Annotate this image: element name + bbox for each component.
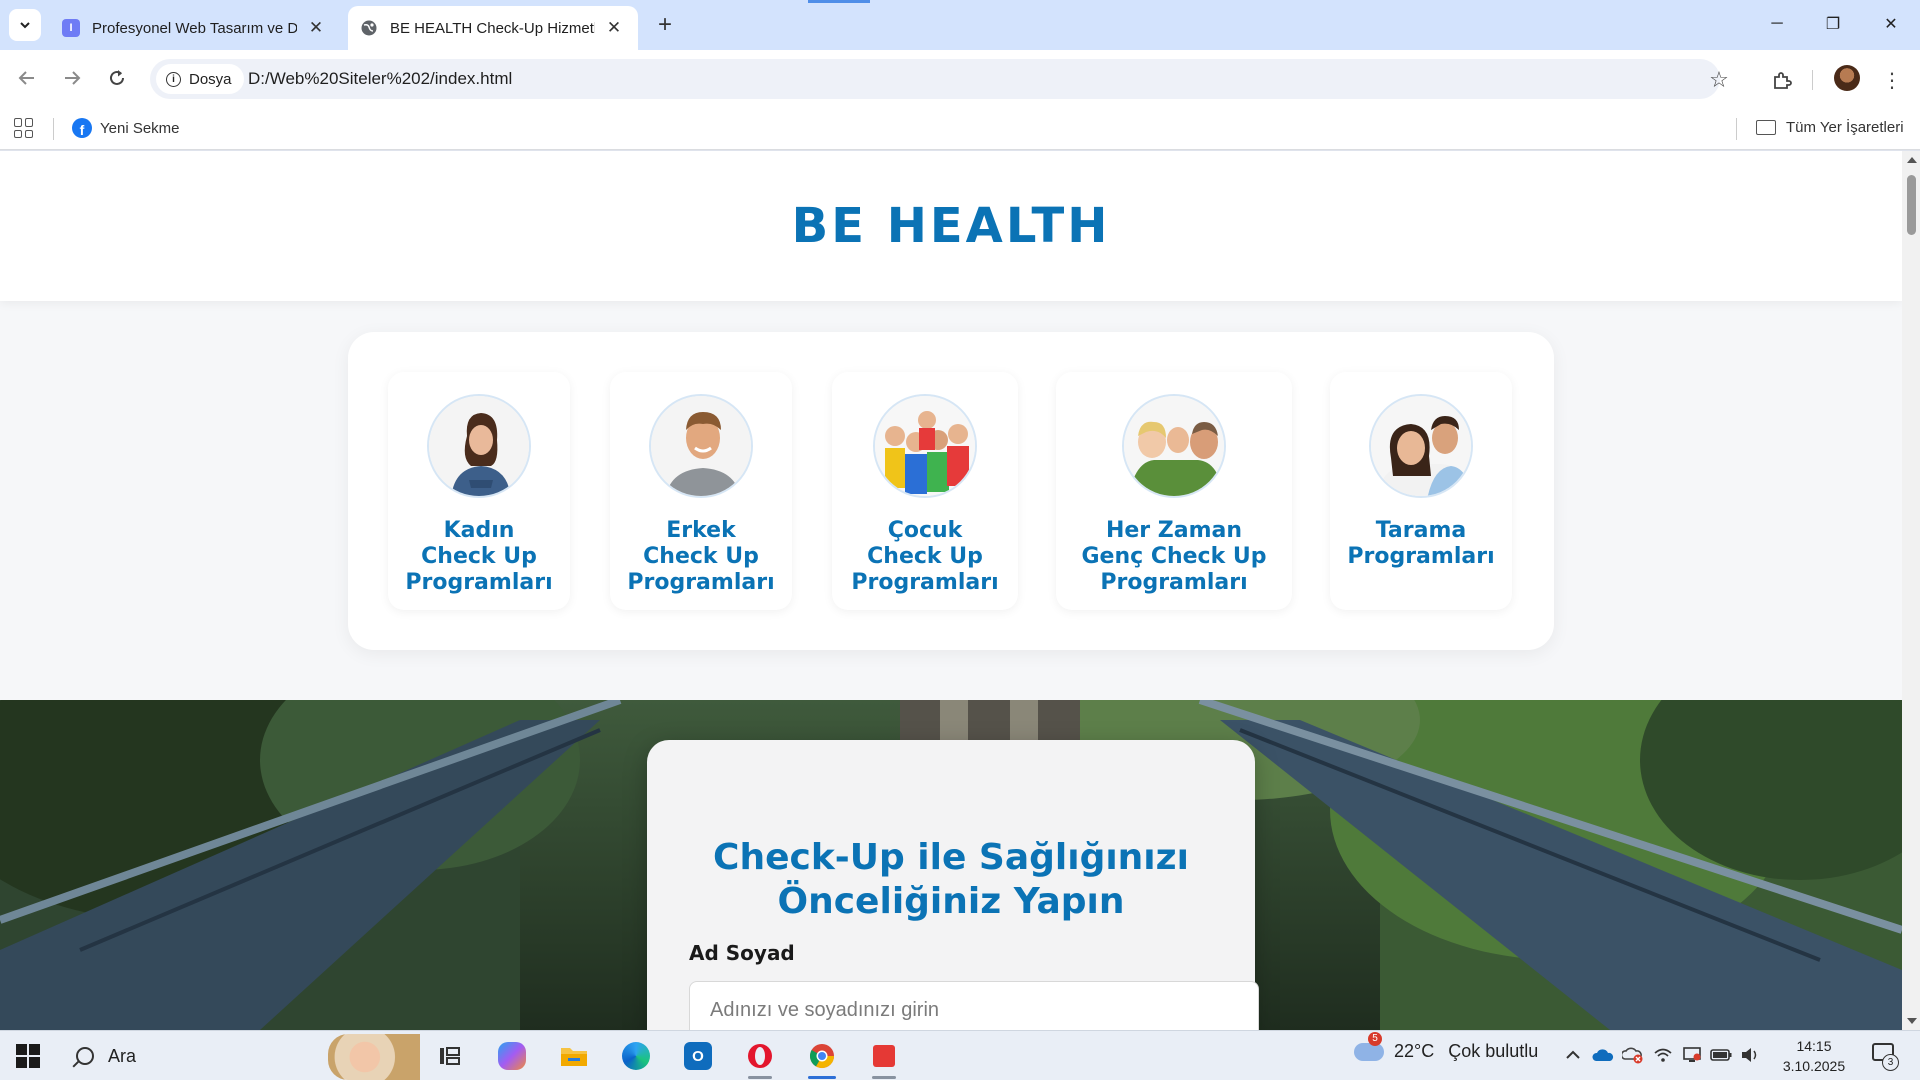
arrow-left-icon [18,71,34,85]
bookmarks-separator [53,118,54,140]
arrow-right-icon [65,71,81,85]
display-settings-icon[interactable] [1680,1043,1704,1067]
address-bar[interactable]: i Dosya D:/Web%20Siteler%202/index.html [150,59,1720,99]
browser-tab-be-health[interactable]: BE HEALTH Check-Up Hizmetler ✕ [348,6,638,50]
clock-time: 14:15 [1796,1038,1832,1054]
tab-loading-indicator [808,0,870,3]
volume-icon[interactable] [1738,1043,1762,1067]
bookmark-label: Yeni Sekme [100,119,180,137]
outlook-icon[interactable]: O [680,1039,716,1073]
info-icon: i [166,71,181,87]
onedrive-error-icon[interactable] [1621,1043,1645,1067]
name-input[interactable] [689,981,1259,1030]
notification-count: 3 [1882,1054,1899,1071]
toolbar-separator [1812,70,1813,90]
tab-title: BE HEALTH Check-Up Hizmetler [390,19,595,37]
cloud-weather-icon: 5 [1354,1031,1384,1061]
browser-tab-web-design[interactable]: I Profesyonel Web Tasarım ve Dij ✕ [50,6,340,50]
opera-icon[interactable] [742,1039,778,1079]
taskbar-clock[interactable]: 14:15 3.10.2025 [1768,1036,1860,1076]
window-minimize-button[interactable]: ─ [1754,6,1800,42]
browser-toolbar: i Dosya D:/Web%20Siteler%202/index.html [0,50,1920,108]
reload-icon [110,70,124,85]
scrollbar-thumb[interactable] [1907,175,1916,235]
page-scrollbar[interactable] [1902,151,1920,1030]
back-button[interactable] [11,62,43,94]
clock-date: 3.10.2025 [1782,1058,1846,1074]
scroll-up-arrow-icon[interactable] [1907,157,1917,163]
weather-desc: Çok bulutlu [1448,1041,1539,1061]
checkup-form: Check-Up ile Sağlığınızı Önceliğiniz Yap… [0,151,1902,1030]
copilot-icon[interactable] [494,1039,530,1073]
task-view-icon[interactable] [432,1039,468,1073]
all-bookmarks-button[interactable]: Tüm Yer İşaretleri [1756,119,1904,136]
weather-widget[interactable]: 5 22°C Çok bulutlu [1354,1031,1539,1062]
wifi-icon[interactable] [1651,1043,1675,1067]
name-field-label: Ad Soyad [689,941,795,965]
close-tab-icon[interactable]: ✕ [604,18,624,38]
chevron-down-icon [20,22,30,29]
windows-start-icon[interactable] [16,1044,40,1068]
close-tab-icon[interactable]: ✕ [306,18,326,38]
tab-title: Profesyonel Web Tasarım ve Dij [92,19,297,37]
bookmarks-bar: f Yeni Sekme Tüm Yer İşaretleri [0,108,1920,150]
bookmarks-separator [1736,118,1737,140]
site-favicon-icon: I [62,19,80,37]
apps-grid-icon[interactable] [14,118,34,138]
pdf-app-icon[interactable] [866,1039,902,1079]
search-highlight-image [328,1034,420,1080]
all-bookmarks-label: Tüm Yer İşaretleri [1786,119,1904,136]
show-hidden-icons-chevron-icon[interactable] [1561,1043,1585,1067]
site-info-chip[interactable]: i Dosya [156,64,244,94]
profile-avatar[interactable] [1834,65,1860,91]
search-icon [76,1047,94,1065]
taskbar-search-label: Ara [108,1045,137,1066]
weather-temp: 22°C [1394,1041,1435,1061]
window-restore-button[interactable]: ❐ [1810,6,1856,42]
more-menu-icon[interactable]: ⋮ [1880,64,1904,96]
battery-icon[interactable] [1709,1043,1733,1067]
file-explorer-icon[interactable] [556,1039,592,1073]
notification-center-icon[interactable]: 3 [1866,1041,1902,1071]
globe-icon [360,19,378,37]
chrome-icon[interactable] [804,1039,840,1079]
forward-button[interactable] [56,62,88,94]
reload-button[interactable] [101,62,133,94]
new-tab-button[interactable]: + [650,10,680,40]
onedrive-cloud-icon[interactable] [1591,1043,1615,1067]
url-text[interactable]: D:/Web%20Siteler%202/index.html [248,69,512,89]
extensions-puzzle-icon[interactable] [1766,64,1798,96]
site-chip-label: Dosya [189,70,232,88]
bookmark-yeni-sekme[interactable]: f Yeni Sekme [72,118,180,138]
bookmark-star-icon[interactable]: ☆ [1705,66,1733,94]
tab-search-button[interactable] [9,9,41,41]
edge-browser-icon[interactable] [618,1039,654,1073]
browser-tab-strip: I Profesyonel Web Tasarım ve Dij ✕ BE HE… [0,0,1920,50]
scroll-down-arrow-icon[interactable] [1907,1018,1917,1024]
weather-alert-badge: 5 [1368,1031,1382,1046]
folder-icon [1756,120,1776,135]
windows-taskbar: Ara O 5 22°C Çok bulutlu 14:15 3.10.2025… [0,1030,1920,1080]
facebook-icon: f [72,118,92,138]
window-close-button[interactable]: ✕ [1868,6,1914,42]
form-title: Check-Up ile Sağlığınızı Önceliğiniz Yap… [713,837,1189,922]
